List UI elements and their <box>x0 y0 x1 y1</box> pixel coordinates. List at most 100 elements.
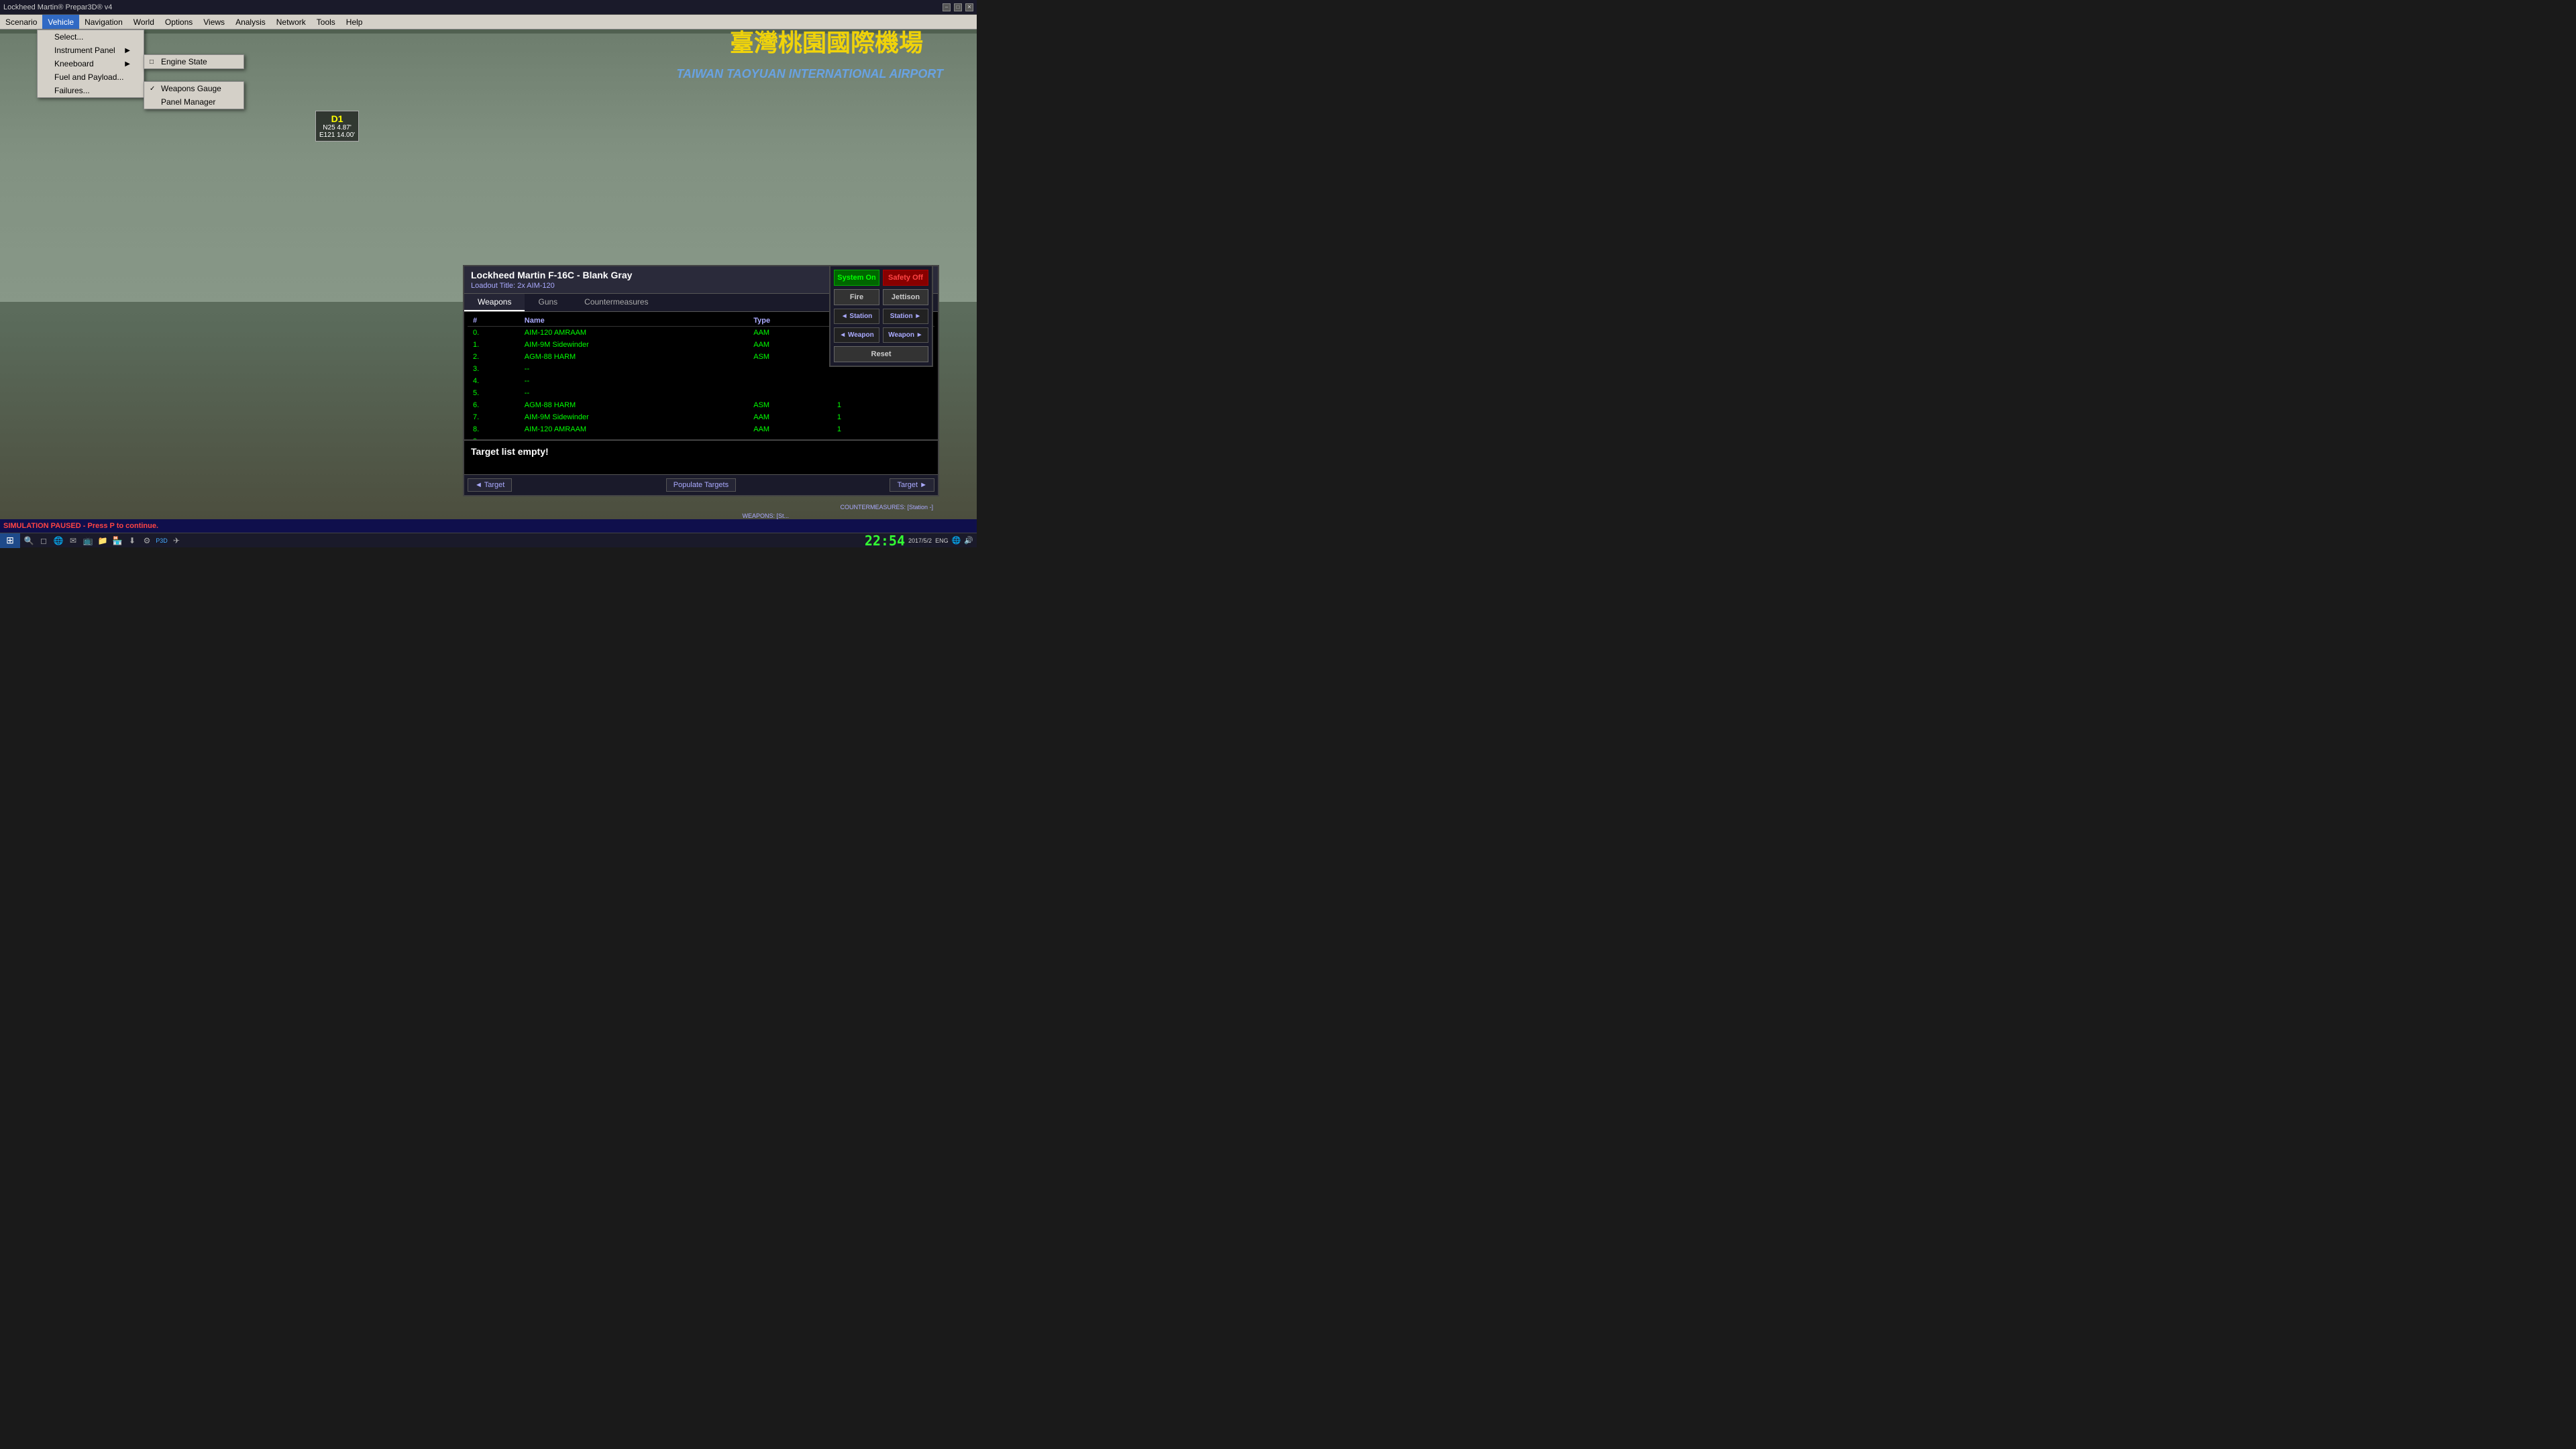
taskbar-settings-icon[interactable]: ⚙ <box>140 534 154 547</box>
menu-tools[interactable]: Tools <box>311 15 341 29</box>
kneeboard-submenu: ✓ Weapons Gauge Panel Manager <box>144 81 244 109</box>
dropdown-engine-state[interactable]: □ Engine State <box>144 55 244 68</box>
menu-network[interactable]: Network <box>271 15 311 29</box>
check-checked: ✓ <box>150 85 158 93</box>
title-bar-text: Lockheed Martin® Prepar3D® v4 <box>3 3 112 11</box>
table-row[interactable]: 8. AIM-120 AMRAAM AAM 1 <box>468 423 934 435</box>
instrument-submenu: □ Engine State <box>144 54 244 69</box>
menu-views[interactable]: Views <box>198 15 230 29</box>
cell-name: AIM-120 AMRAAM <box>519 423 748 435</box>
cell-num: 3. <box>468 363 519 375</box>
dropdown-instrument-panel[interactable]: Instrument Panel ▶ □ Engine State <box>38 44 144 57</box>
taskbar-plane-icon[interactable]: ✈ <box>170 534 183 547</box>
weapon-nav-row: ◄ Weapon Weapon ► <box>834 327 928 343</box>
taskbar-store-icon[interactable]: 🏪 <box>111 534 124 547</box>
taskbar-volume-icon: 🔊 <box>964 536 973 545</box>
control-panel: System On Safety Off Fire Jettison ◄ Sta… <box>829 265 933 367</box>
taskbar-browser-icon[interactable]: 🌐 <box>52 534 65 547</box>
table-row[interactable]: 6. AGM-88 HARM ASM 1 <box>468 399 934 411</box>
dropdown-fuel-payload[interactable]: Fuel and Payload... <box>38 70 144 84</box>
cell-name: AIM-120 AMRAAM <box>519 327 748 339</box>
target-prev-button[interactable]: ◄ Target <box>468 478 512 492</box>
dropdown-weapons-gauge[interactable]: ✓ Weapons Gauge <box>144 82 244 95</box>
tab-guns[interactable]: Guns <box>525 294 571 311</box>
cell-type <box>748 387 832 399</box>
table-row[interactable]: 4. -- <box>468 375 934 387</box>
title-bar-controls[interactable]: – □ ✕ <box>943 3 973 11</box>
target-navigation: ◄ Target Populate Targets Target ► <box>464 474 938 495</box>
taskbar-files-icon[interactable]: 📁 <box>96 534 109 547</box>
menu-help[interactable]: Help <box>341 15 368 29</box>
cell-name: -- <box>519 375 748 387</box>
dropdown-kneeboard[interactable]: Kneeboard ▶ ✓ Weapons Gauge Panel Manage… <box>38 57 144 70</box>
target-display: Target list empty! <box>464 441 938 474</box>
col-header-type: Type <box>748 315 832 327</box>
cell-name: AGM-88 HARM <box>519 399 748 411</box>
cell-type: AAM <box>748 411 832 423</box>
target-next-button[interactable]: Target ► <box>890 478 934 492</box>
station-right-button[interactable]: Station ► <box>883 309 928 324</box>
panel-header-left: Lockheed Martin F-16C - Blank Gray Loado… <box>471 270 632 290</box>
close-button[interactable]: ✕ <box>965 3 973 11</box>
cell-type <box>748 363 832 375</box>
clock-time: 22:54 <box>865 533 905 549</box>
safety-off-button[interactable]: Safety Off <box>883 270 928 286</box>
menu-analysis[interactable]: Analysis <box>230 15 271 29</box>
dropdown-select[interactable]: Select... <box>38 30 144 44</box>
airport-english-sign: TAIWAN TAOYUAN INTERNATIONAL AIRPORT <box>676 67 943 81</box>
cell-name: -- <box>519 363 748 375</box>
pause-bar: SIMULATION PAUSED - Press P to continue. <box>0 519 977 533</box>
taskbar-right: 22:54 2017/5/2 ENG 🌐 🔊 <box>865 533 977 549</box>
target-panel: Target list empty! ◄ Target Populate Tar… <box>463 439 939 496</box>
reset-button[interactable]: Reset <box>834 346 928 362</box>
dropdown-failures[interactable]: Failures... <box>38 84 144 97</box>
cell-num: 2. <box>468 351 519 363</box>
col-header-name: Name <box>519 315 748 327</box>
maximize-button[interactable]: □ <box>954 3 962 11</box>
taskbar-mail-icon[interactable]: ✉ <box>66 534 80 547</box>
menu-navigation[interactable]: Navigation <box>79 15 128 29</box>
countermeasures-status: COUNTERMEASURES: [Station -] <box>840 504 933 511</box>
cell-name: AGM-88 HARM <box>519 351 748 363</box>
taskbar-media-icon[interactable]: 📺 <box>81 534 95 547</box>
panel-title: Lockheed Martin F-16C - Blank Gray <box>471 270 632 280</box>
weapon-left-button[interactable]: ◄ Weapon <box>834 327 879 343</box>
fire-jettison-row: Fire Jettison <box>834 289 928 305</box>
cell-ammo <box>832 375 934 387</box>
cell-num: 8. <box>468 423 519 435</box>
tab-countermeasures[interactable]: Countermeasures <box>571 294 661 311</box>
table-row[interactable]: 5. -- <box>468 387 934 399</box>
taskbar-lang: ENG <box>935 537 949 544</box>
start-button[interactable]: ⊞ <box>0 533 20 548</box>
taskbar-p3d-icon[interactable]: P3D <box>155 534 168 547</box>
menu-vehicle[interactable]: Vehicle <box>42 15 79 29</box>
submenu-arrow: ▶ <box>125 60 130 68</box>
table-row[interactable]: 7. AIM-9M Sidewinder AAM 1 <box>468 411 934 423</box>
hud-lon: E121 14.00' <box>319 131 355 139</box>
taskbar-icons: 🔍 ◻ 🌐 ✉ 📺 📁 🏪 ⬇ ⚙ P3D ✈ <box>20 533 185 547</box>
taskbar-download-icon[interactable]: ⬇ <box>125 534 139 547</box>
station-left-button[interactable]: ◄ Station <box>834 309 879 324</box>
menu-options[interactable]: Options <box>160 15 198 29</box>
cell-num: 6. <box>468 399 519 411</box>
tab-weapons[interactable]: Weapons <box>464 294 525 311</box>
cell-ammo: 1 <box>832 411 934 423</box>
clock-date: 2017/5/2 <box>908 537 932 544</box>
menu-bar: Scenario Vehicle Navigation World Option… <box>0 15 977 30</box>
taskbar-view-icon[interactable]: ◻ <box>37 534 50 547</box>
menu-scenario[interactable]: Scenario <box>0 15 42 29</box>
cell-type <box>748 375 832 387</box>
vehicle-dropdown: Select... Instrument Panel ▶ □ Engine St… <box>37 30 144 98</box>
system-on-button[interactable]: System On <box>834 270 879 286</box>
hud-waypoint-label: D1 <box>319 113 355 124</box>
taskbar-search-icon[interactable]: 🔍 <box>22 534 36 547</box>
dropdown-panel-manager[interactable]: Panel Manager <box>144 95 244 109</box>
minimize-button[interactable]: – <box>943 3 951 11</box>
weapon-right-button[interactable]: Weapon ► <box>883 327 928 343</box>
populate-targets-button[interactable]: Populate Targets <box>666 478 736 492</box>
jettison-button[interactable]: Jettison <box>883 289 928 305</box>
cell-name: AIM-9M Sidewinder <box>519 339 748 351</box>
menu-world[interactable]: World <box>128 15 160 29</box>
fire-button[interactable]: Fire <box>834 289 879 305</box>
cell-type: ASM <box>748 351 832 363</box>
